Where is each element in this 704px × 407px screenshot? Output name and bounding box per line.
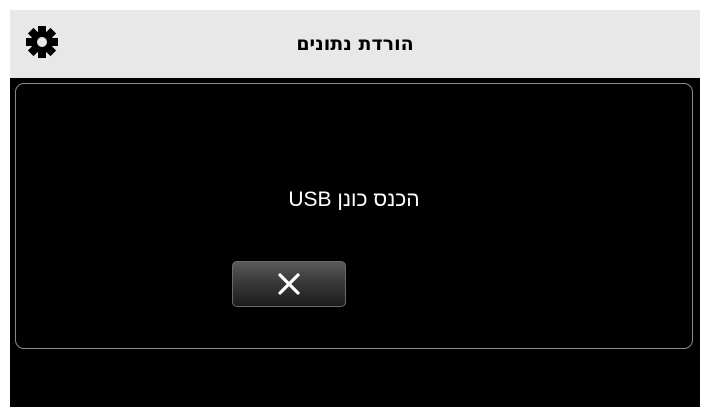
page-title: הורדת נתונים [296, 33, 414, 55]
device-screen: הורדת נתונים הכנס כונן USB [10, 10, 700, 407]
close-button[interactable] [232, 261, 346, 307]
header-bar: הורדת נתונים [10, 10, 700, 78]
insert-usb-dialog: הכנס כונן USB [15, 83, 693, 349]
close-icon [278, 273, 300, 295]
dialog-message: הכנס כונן USB [288, 188, 420, 211]
